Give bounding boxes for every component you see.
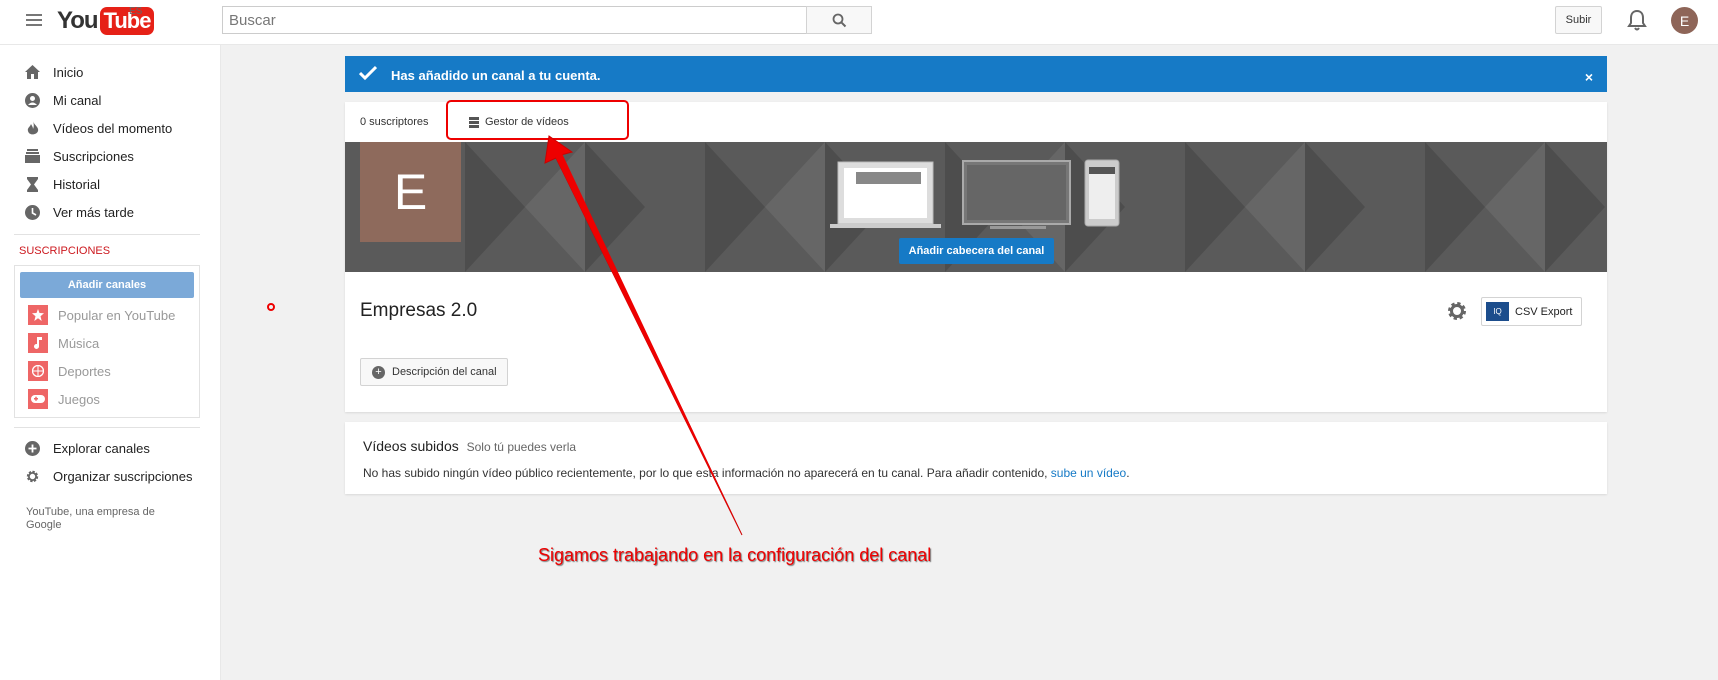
visibility-note: Solo tú puedes verla	[466, 440, 577, 454]
channel-title: Empresas 2.0	[360, 300, 478, 321]
highlight-box-annotation	[446, 100, 629, 140]
sports-icon	[28, 361, 48, 381]
csv-export-logo-icon: IQ	[1486, 302, 1509, 321]
masthead: You Tube ES Subir E	[0, 0, 1718, 45]
add-channels-button[interactable]: Añadir canales	[20, 272, 194, 298]
sidebar: Inicio Mi canal Vídeos del momento Suscr…	[0, 45, 221, 680]
subscriptions-heading: SUSCRIPCIONES	[19, 245, 111, 257]
region-code: ES	[129, 6, 143, 17]
subscription-item-label: Deportes	[58, 363, 111, 379]
sidebar-item-label: Historial	[53, 176, 100, 192]
plus-circle-icon: +	[372, 365, 385, 379]
subscription-item-deportes[interactable]: Deportes	[28, 360, 111, 382]
subscriptions-icon	[24, 148, 41, 165]
logo-you-text: You	[57, 7, 99, 34]
subscriber-count: 0 suscriptores	[360, 116, 429, 128]
star-icon	[28, 305, 48, 325]
notifications-bell-icon[interactable]	[1627, 9, 1647, 36]
close-icon[interactable]: ×	[1585, 69, 1593, 85]
no-videos-message: No has subido ningún vídeo público recie…	[363, 466, 1130, 480]
upload-button[interactable]: Subir	[1555, 6, 1602, 34]
sidebar-item-organizar-suscripciones[interactable]: Organizar suscripciones	[24, 465, 192, 487]
subscription-item-label: Juegos	[58, 391, 100, 407]
gamepad-icon	[28, 389, 48, 409]
alert-message: Has añadido un canal a tu cuenta.	[391, 68, 601, 83]
no-videos-period: .	[1126, 466, 1130, 480]
gear-icon[interactable]	[1446, 300, 1468, 327]
no-videos-text: No has subido ningún vídeo público recie…	[363, 466, 1051, 480]
uploaded-videos-title: Vídeos subidos	[363, 438, 459, 454]
sidebar-item-videos-del-momento[interactable]: Vídeos del momento	[24, 117, 172, 139]
subscriptions-box: Añadir canales Popular en YouTube Música…	[14, 265, 200, 418]
annotation-caption: Sigamos trabajando en la configuración d…	[538, 545, 932, 565]
subscription-item-musica[interactable]: Música	[28, 332, 99, 354]
home-icon	[24, 64, 41, 81]
sidebar-item-label: Ver más tarde	[53, 204, 134, 220]
cursor-indicator	[267, 303, 275, 311]
sidebar-divider	[14, 234, 200, 235]
upload-video-link[interactable]: sube un vídeo	[1051, 466, 1126, 480]
plus-circle-icon	[24, 440, 41, 457]
sidebar-item-ver-mas-tarde[interactable]: Ver más tarde	[24, 201, 134, 223]
channel-description-button[interactable]: + Descripción del canal	[360, 358, 508, 386]
search-icon	[832, 13, 846, 27]
flame-icon	[24, 120, 41, 137]
sidebar-item-suscripciones[interactable]: Suscripciones	[24, 145, 134, 167]
clock-icon	[24, 204, 41, 221]
channel-banner: E Añadir cabecera del canal	[345, 142, 1607, 272]
csv-export-button[interactable]: IQ CSV Export	[1481, 297, 1582, 326]
sidebar-item-label: Organizar suscripciones	[53, 468, 193, 484]
uploaded-videos-card: Vídeos subidos Solo tú puedes verla No h…	[345, 422, 1607, 494]
channel-avatar[interactable]: E	[360, 142, 461, 242]
success-alert: Has añadido un canal a tu cuenta. ×	[345, 56, 1607, 92]
sidebar-item-inicio[interactable]: Inicio	[24, 61, 83, 83]
sidebar-item-label: Mi canal	[53, 92, 102, 108]
search-input[interactable]	[222, 6, 807, 34]
subscription-item-label: Popular en YouTube	[58, 307, 176, 323]
uploaded-videos-heading: Vídeos subidos Solo tú puedes verla	[363, 438, 576, 454]
account-avatar[interactable]: E	[1671, 7, 1698, 34]
sidebar-divider	[14, 427, 200, 428]
subscription-item-label: Música	[58, 335, 100, 351]
sidebar-item-historial[interactable]: Historial	[24, 173, 100, 195]
sidebar-footer: YouTube, una empresa de Google	[26, 506, 155, 531]
sidebar-item-label: Vídeos del momento	[53, 120, 173, 136]
channel-header-card: 0 suscriptores Gestor de vídeos E Añadir…	[345, 100, 1607, 412]
user-icon	[24, 92, 41, 109]
sidebar-item-explorar-canales[interactable]: Explorar canales	[24, 437, 150, 459]
gear-icon	[24, 468, 41, 485]
channel-description-label: Descripción del canal	[392, 366, 497, 378]
music-icon	[28, 333, 48, 353]
sidebar-item-label: Explorar canales	[53, 440, 150, 456]
subscription-item-juegos[interactable]: Juegos	[28, 388, 100, 410]
hourglass-icon	[24, 176, 41, 193]
sidebar-item-label: Suscripciones	[53, 148, 134, 164]
add-channel-art-button[interactable]: Añadir cabecera del canal	[899, 238, 1054, 264]
menu-icon[interactable]	[26, 14, 42, 28]
logo-tube-text: Tube	[99, 7, 155, 35]
sidebar-item-mi-canal[interactable]: Mi canal	[24, 89, 101, 111]
subscription-item-popular[interactable]: Popular en YouTube	[28, 304, 175, 326]
search-button[interactable]	[806, 6, 872, 34]
checkmark-icon	[359, 65, 377, 81]
csv-export-label: CSV Export	[1515, 305, 1573, 318]
sidebar-item-label: Inicio	[53, 64, 84, 80]
